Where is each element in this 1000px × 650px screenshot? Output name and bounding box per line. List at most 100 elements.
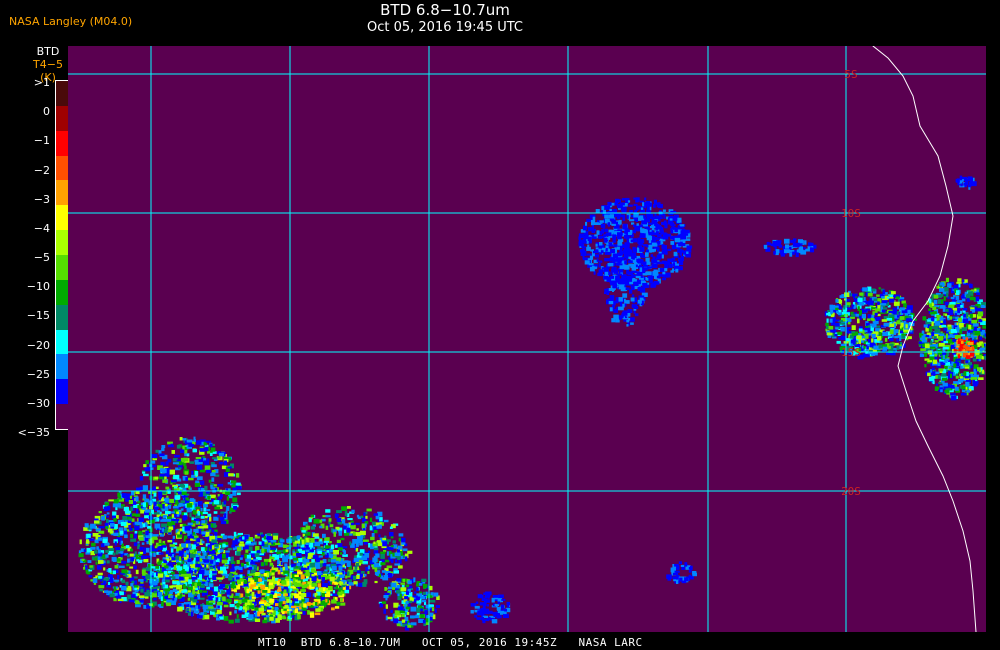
- cloud-pixel: [882, 309, 886, 313]
- cloud-pixel: [932, 380, 935, 385]
- cloud-pixel: [961, 326, 968, 331]
- cloud-pixel: [601, 206, 605, 211]
- cloud-pixel: [171, 571, 175, 575]
- cloud-pixel: [945, 333, 949, 339]
- cloud-pixel: [171, 450, 175, 454]
- cloud-pixel: [852, 302, 856, 305]
- cloud-pixel: [213, 523, 217, 528]
- cloud-pixel: [145, 530, 150, 536]
- cloud-pixel: [677, 257, 684, 262]
- cloud-pixel: [616, 216, 621, 220]
- cloud-pixel: [596, 258, 599, 262]
- cloud-pixel: [269, 594, 274, 598]
- cloud-pixel: [209, 536, 212, 542]
- cloud-pixel: [586, 218, 592, 222]
- cloud-pixel: [178, 504, 182, 508]
- cloud-pixel: [835, 299, 839, 303]
- cloud-pixel: [223, 500, 227, 505]
- cloud-pixel: [604, 271, 609, 276]
- legend-tick-label: −3: [33, 192, 50, 206]
- cloud-pixel: [944, 389, 950, 394]
- cloud-pixel: [630, 317, 635, 322]
- cloud-pixel: [194, 569, 197, 574]
- cloud-pixel: [182, 515, 188, 520]
- cloud-pixel: [85, 552, 90, 555]
- cloud-pixel: [901, 300, 906, 304]
- cloud-pixel: [186, 503, 193, 508]
- cloud-pixel: [228, 619, 234, 624]
- cloud-pixel: [880, 303, 887, 306]
- cloud-pixel: [967, 342, 974, 346]
- cloud-pixel: [134, 585, 139, 588]
- legend-tick-label: 0: [43, 105, 50, 119]
- cloud-pixel: [241, 598, 248, 603]
- cloud-pixel: [268, 582, 274, 586]
- cloud-pixel: [955, 180, 960, 183]
- cloud-pixel: [876, 325, 881, 328]
- cloud-pixel: [672, 227, 675, 230]
- cloud-pixel: [187, 562, 190, 567]
- cloud-pixel: [648, 249, 655, 253]
- cloud-pixel: [172, 576, 176, 580]
- cloud-pixel: [826, 332, 833, 336]
- cloud-pixel: [793, 238, 797, 242]
- cloud-pixel: [242, 536, 245, 540]
- cloud-pixel: [178, 467, 182, 470]
- cloud-pixel: [164, 596, 168, 599]
- cloud-pixel: [639, 287, 646, 293]
- cloud-pixel: [204, 485, 208, 490]
- cloud-pixel: [205, 531, 210, 537]
- cloud-pixel: [894, 323, 896, 329]
- cloud-pixel: [122, 516, 128, 521]
- cloud-pixel: [623, 294, 627, 297]
- cloud-pixel: [184, 589, 188, 593]
- cloud-pixel: [899, 341, 903, 345]
- cloud-pixel: [177, 595, 181, 599]
- cloud-pixel: [142, 494, 147, 499]
- cloud-pixel: [172, 535, 176, 539]
- cloud-pixel: [892, 307, 897, 313]
- cloud-pixel: [605, 248, 608, 252]
- cloud-pixel: [934, 353, 938, 357]
- cloud-pixel: [210, 487, 216, 490]
- cloud-pixel: [141, 542, 145, 545]
- cloud-pixel: [307, 610, 310, 615]
- cloud-pixel: [931, 332, 935, 337]
- cloud-pixel: [230, 585, 237, 589]
- cloud-pixel: [962, 308, 968, 311]
- cloud-pixel: [604, 291, 607, 294]
- image-title: BTD 6.8−10.7um: [380, 1, 510, 19]
- cloud-pixel: [233, 531, 237, 537]
- cloud-pixel: [204, 447, 209, 452]
- cloud-pixel: [649, 266, 653, 269]
- cloud-pixel: [582, 255, 585, 259]
- cloud-pixel: [865, 301, 869, 305]
- cloud-pixel: [935, 375, 938, 379]
- cloud-pixel: [934, 386, 938, 391]
- cloud-pixel: [607, 263, 614, 267]
- cloud-pixel: [236, 473, 240, 478]
- cloud-pixel: [586, 253, 592, 256]
- cloud-pixel: [281, 615, 286, 620]
- cloud-pixel: [932, 359, 938, 364]
- cloud-pixel: [763, 244, 768, 249]
- cloud-pixel: [937, 362, 941, 366]
- cloud-pixel: [235, 482, 241, 486]
- cloud-pixel: [958, 323, 964, 328]
- cloud-pixel: [171, 585, 177, 588]
- cloud-pixel: [606, 205, 610, 209]
- cloud-pixel: [144, 592, 151, 597]
- cloud-pixel: [620, 250, 623, 256]
- cloud-pixel: [686, 251, 689, 254]
- cloud-pixel: [158, 552, 164, 555]
- cloud-pixel: [250, 599, 255, 602]
- cloud-pixel: [662, 234, 669, 240]
- cloud-pixel: [258, 578, 262, 582]
- cloud-pixel: [949, 384, 955, 388]
- cloud-pixel: [268, 542, 272, 545]
- cloud-pixel: [867, 327, 871, 333]
- cloud-pixel: [86, 539, 90, 544]
- cloud-pixel: [615, 318, 620, 323]
- cloud-pixel: [639, 247, 645, 252]
- cloud-pixel: [953, 330, 958, 334]
